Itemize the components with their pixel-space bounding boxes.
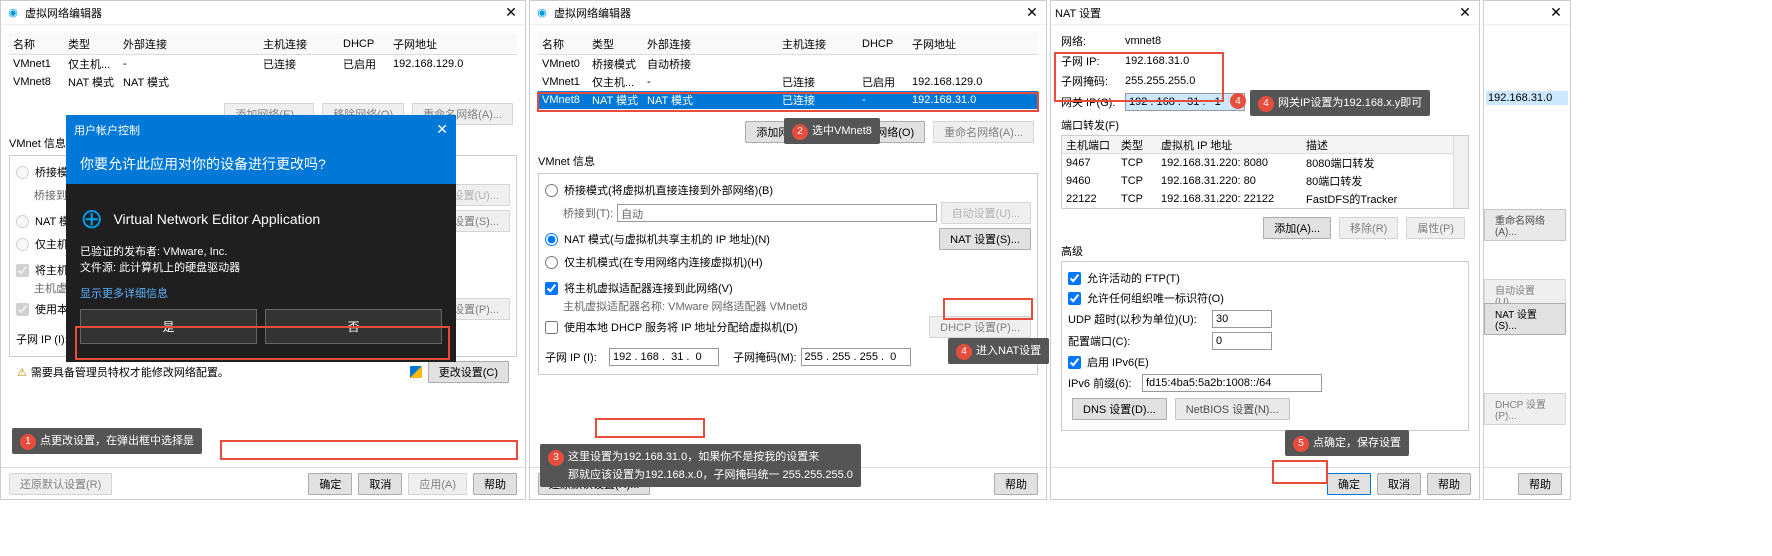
allow-ident-check[interactable]	[1068, 292, 1081, 305]
help-button[interactable]: 帮助	[994, 473, 1038, 495]
table-row[interactable]: VMnet1仅主机...-已连接已启用192.168.129.0	[538, 73, 1038, 91]
ann-marker-4b: 4	[1230, 93, 1246, 109]
table-row[interactable]: VMnet0桥接模式自动桥接	[538, 55, 1038, 73]
uac-app-name: Virtual Network Editor Application	[113, 211, 320, 227]
uac-question: 你要允许此应用对你的设备进行更改吗?	[66, 144, 456, 184]
globe-icon: ◉	[5, 5, 21, 21]
apply-button[interactable]: 应用(A)	[408, 473, 467, 495]
help-button[interactable]: 帮助	[1518, 473, 1562, 495]
uac-more-link[interactable]: 显示更多详细信息	[80, 285, 442, 301]
annotation-1: 1点更改设置，在弹出框中选择是	[12, 428, 202, 454]
nat-radio[interactable]	[16, 215, 29, 228]
dns-settings-button[interactable]: DNS 设置(D)...	[1072, 398, 1167, 420]
annotation-4: 4进入NAT设置	[948, 338, 1049, 364]
annotation-5: 4网关IP设置为192.168.x.y即可	[1250, 90, 1430, 116]
ok-button[interactable]: 确定	[1327, 473, 1371, 495]
nat-settings-dialog: NAT 设置 ✕ 网络:vmnet8 子网 IP:192.168.31.0 子网…	[1050, 0, 1480, 500]
port-forward-table: 主机端口类型虚拟机 IP 地址描述 9467TCP192.168.31.220:…	[1061, 135, 1469, 209]
annotation-3: 3这里设置为192.168.31.0，如果你不是按我的设置来那就应该设置为192…	[540, 444, 861, 487]
uac-yes-button[interactable]: 是	[80, 309, 257, 344]
close-icon[interactable]: ✕	[1022, 4, 1042, 21]
table-row[interactable]: VMnet1仅主机...-已连接已启用192.168.129.0	[9, 55, 517, 73]
uac-no-button[interactable]: 否	[265, 309, 442, 344]
add-port-button[interactable]: 添加(A)...	[1263, 217, 1331, 239]
rename-network-button[interactable]: 重命名网络(A)...	[933, 121, 1034, 143]
vnet-editor-sliver: ✕ 192.168.31.0 重命名网络(A)... 自动设置(U)... NA…	[1483, 0, 1571, 500]
port-forward-label: 端口转发(F)	[1061, 117, 1469, 133]
nat-settings-button[interactable]: NAT 设置(S)...	[1484, 303, 1566, 335]
connect-host-check[interactable]	[16, 264, 29, 277]
help-button[interactable]: 帮助	[473, 473, 517, 495]
subnet-ip-value: 192.168.31.0	[1125, 55, 1189, 67]
subnet-ip-input[interactable]	[609, 348, 719, 366]
titlebar: ◉ 虚拟网络编辑器 ✕	[1, 1, 525, 25]
change-settings-button[interactable]: 更改设置(C)	[428, 361, 509, 383]
bridge-radio[interactable]	[545, 184, 558, 197]
close-icon[interactable]: ✕	[1546, 4, 1566, 21]
admin-note: 需要具备管理员特权才能修改网络配置。	[31, 364, 229, 380]
allow-ftp-check[interactable]	[1068, 272, 1081, 285]
cancel-button[interactable]: 取消	[358, 473, 402, 495]
rename-network-button[interactable]: 重命名网络(A)...	[1484, 209, 1566, 241]
udp-timeout-input[interactable]	[1212, 310, 1272, 328]
ipv6-prefix-input[interactable]	[1142, 374, 1322, 392]
use-dhcp-check[interactable]	[16, 303, 29, 316]
bridge-radio[interactable]	[16, 166, 29, 179]
dhcp-settings-button[interactable]: DHCP 设置(P)...	[929, 316, 1031, 338]
restore-default-button[interactable]: 还原默认设置(R)	[9, 473, 112, 495]
config-port-input[interactable]	[1212, 332, 1272, 350]
vnet-editor-2: ◉ 虚拟网络编辑器 ✕ 名称类型外部连接主机连接DHCP子网地址 VMnet0桥…	[529, 0, 1047, 500]
ok-button[interactable]: 确定	[308, 473, 352, 495]
help-button[interactable]: 帮助	[1427, 473, 1471, 495]
table-row[interactable]: VMnet8NAT 模式NAT 模式	[9, 73, 517, 91]
auto-settings-button[interactable]: 自动设置(U)...	[941, 202, 1031, 224]
port-props-button[interactable]: 属性(P)	[1406, 217, 1465, 239]
annotation-2: 2选中VMnet8	[784, 118, 880, 144]
remove-port-button[interactable]: 移除(R)	[1339, 217, 1398, 239]
uac-dialog: 用户帐户控制 ✕ 你要允许此应用对你的设备进行更改吗? ⊕ Virtual Ne…	[66, 115, 456, 362]
hostonly-radio[interactable]	[16, 238, 29, 251]
netbios-settings-button[interactable]: NetBIOS 设置(N)...	[1175, 398, 1290, 420]
network-value: vmnet8	[1125, 35, 1161, 47]
subnet-mask-value: 255.255.255.0	[1125, 75, 1195, 87]
nat-radio[interactable]	[545, 233, 558, 246]
nat-settings-button[interactable]: NAT 设置(S)...	[939, 228, 1031, 250]
bridge-combo[interactable]: 自动	[617, 204, 936, 222]
uac-publisher: 已验证的发布者: VMware, Inc.	[80, 243, 442, 259]
uac-header: 用户帐户控制 ✕	[66, 115, 456, 144]
port-row[interactable]: 22122TCP192.168.31.220: 22122FastDFS的Tra…	[1062, 190, 1453, 208]
window-title: 虚拟网络编辑器	[25, 5, 501, 21]
connect-host-check[interactable]	[545, 282, 558, 295]
cancel-button[interactable]: 取消	[1377, 473, 1421, 495]
dhcp-settings-button[interactable]: DHCP 设置(P)...	[1484, 393, 1566, 425]
table-header: 名称 类型 外部连接 主机连接 DHCP 子网地址	[9, 33, 517, 55]
table-row-vmnet8[interactable]: VMnet8NAT 模式NAT 模式已连接-192.168.31.0	[538, 91, 1038, 109]
close-icon[interactable]: ✕	[501, 4, 521, 21]
port-row[interactable]: 9460TCP192.168.31.220: 8080端口转发	[1062, 172, 1453, 190]
close-icon[interactable]: ✕	[1455, 4, 1475, 21]
annotation-6: 5点确定，保存设置	[1285, 430, 1409, 456]
scrollbar[interactable]	[1453, 136, 1468, 208]
use-dhcp-check[interactable]	[545, 321, 558, 334]
app-globe-icon: ⊕	[80, 202, 103, 235]
enable-ipv6-check[interactable]	[1068, 356, 1081, 369]
hostonly-radio[interactable]	[545, 256, 558, 269]
port-row[interactable]: 9467TCP192.168.31.220: 80808080端口转发	[1062, 154, 1453, 172]
gateway-input[interactable]	[1125, 93, 1245, 111]
shield-icon	[410, 366, 422, 378]
uac-source: 文件源: 此计算机上的硬盘驱动器	[80, 259, 442, 275]
subnet-value: 192.168.31.0	[1486, 91, 1568, 105]
subnet-mask-input[interactable]	[801, 348, 911, 366]
globe-icon: ◉	[534, 5, 550, 21]
uac-close-icon[interactable]: ✕	[436, 121, 448, 138]
advanced-label: 高级	[1061, 243, 1469, 259]
table-area: 名称 类型 外部连接 主机连接 DHCP 子网地址 VMnet1仅主机...-已…	[1, 25, 525, 99]
